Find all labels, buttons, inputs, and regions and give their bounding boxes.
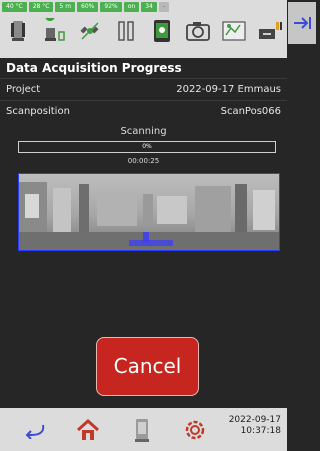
exit-icon[interactable]	[288, 2, 316, 44]
status-badge: 60%	[77, 2, 99, 12]
status-badge: 40 °C	[2, 2, 27, 12]
status-badge: 34	[141, 2, 157, 12]
panorama-preview	[18, 173, 280, 251]
status-badge: 5 m	[55, 2, 76, 12]
project-row: Project 2022-09-17 Emmaus	[0, 78, 287, 100]
scanner-icon[interactable]	[0, 14, 36, 48]
pause-icon[interactable]	[108, 14, 144, 48]
time-text: 10:37:18	[240, 426, 281, 436]
scanposition-value: ScanPos066	[220, 106, 281, 117]
usb-drive-icon[interactable]	[252, 14, 288, 48]
elapsed-time: 00:00:25	[127, 157, 160, 165]
status-badge: 92%	[100, 2, 122, 12]
progress-label: 0%	[142, 143, 152, 150]
status-bar: 40 °C 28 °C 5 m 60% 92% on 34 -	[0, 0, 316, 58]
scanposition-row: Scanposition ScanPos066	[0, 100, 287, 122]
status-badge: on	[123, 2, 140, 12]
cancel-button[interactable]: Cancel	[96, 337, 199, 396]
panorama-image	[19, 174, 279, 250]
status-badge: 28 °C	[28, 2, 54, 12]
scanposition-label: Scanposition	[6, 106, 70, 117]
settings-gear-icon[interactable]	[180, 416, 210, 444]
satellite-icon[interactable]	[72, 14, 108, 48]
back-icon[interactable]	[20, 416, 50, 444]
progress-bar: 0%	[18, 141, 276, 153]
toolbar	[0, 2, 316, 48]
project-label: Project	[6, 84, 41, 95]
scanner-icon[interactable]	[127, 416, 157, 444]
tablet-icon[interactable]	[144, 14, 180, 48]
page-title: Data Acquisition Progress	[0, 58, 287, 78]
scanner-gps-icon[interactable]	[36, 14, 72, 48]
project-value: 2022-09-17 Emmaus	[176, 84, 281, 95]
scan-status: Scanning	[120, 126, 167, 137]
map-icon[interactable]	[216, 14, 252, 48]
date-text: 2022-09-17	[228, 415, 281, 425]
status-badge: -	[158, 2, 170, 12]
camera-icon[interactable]	[180, 14, 216, 48]
datetime: 2022-09-17 10:37:18	[229, 415, 281, 437]
status-badges: 40 °C 28 °C 5 m 60% 92% on 34 -	[2, 2, 170, 12]
bottom-bar: 2022-09-17 10:37:18	[0, 408, 287, 451]
home-icon[interactable]	[73, 416, 103, 444]
